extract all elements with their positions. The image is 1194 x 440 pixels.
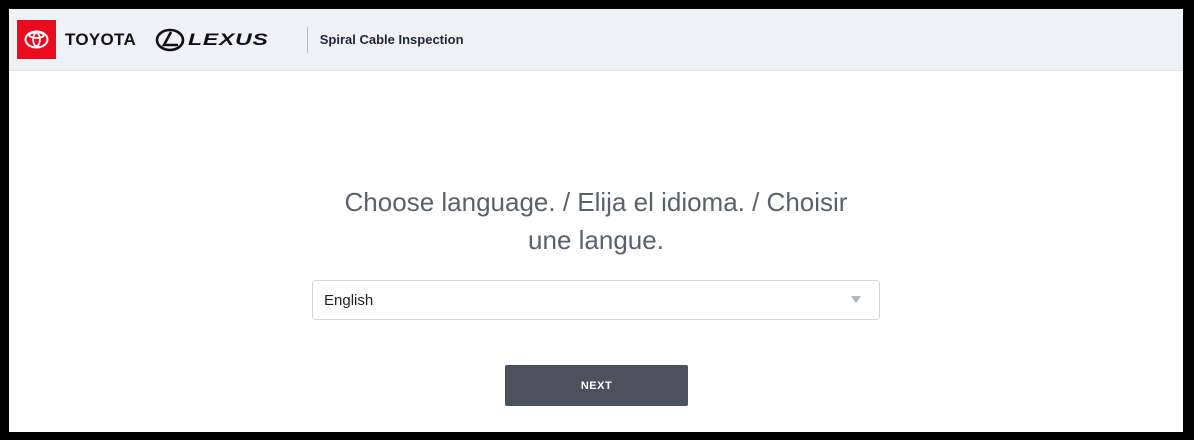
language-prompt-line-2: une langue. [528, 225, 664, 255]
toyota-ellipses-icon [24, 30, 49, 49]
lexus-logo: LEXUS [155, 28, 268, 52]
language-prompt-line-1: Choose language. / Elija el idioma. / Ch… [344, 187, 848, 217]
header-divider [306, 26, 308, 53]
language-select-value: English [324, 291, 374, 309]
app-title: Spiral Cable Inspection [319, 32, 464, 47]
next-button[interactable]: NEXT [505, 365, 688, 406]
language-select[interactable]: English [312, 280, 880, 320]
toyota-logo-text: TOYOTA [65, 29, 137, 49]
language-prompt: Choose language. / Elija el idioma. / Ch… [9, 183, 1183, 259]
top-header: TOYOTA LEXUS Spiral Cable Inspection [9, 9, 1183, 71]
chevron-down-icon[interactable] [851, 296, 861, 303]
lexus-logo-text: LEXUS [188, 29, 269, 49]
toyota-emblem-icon [17, 20, 56, 59]
app-window: TOYOTA LEXUS Spiral Cable Inspection Cho… [9, 9, 1183, 432]
lexus-emblem-icon [155, 28, 185, 51]
language-selection-panel: Choose language. / Elija el idioma. / Ch… [9, 71, 1183, 432]
